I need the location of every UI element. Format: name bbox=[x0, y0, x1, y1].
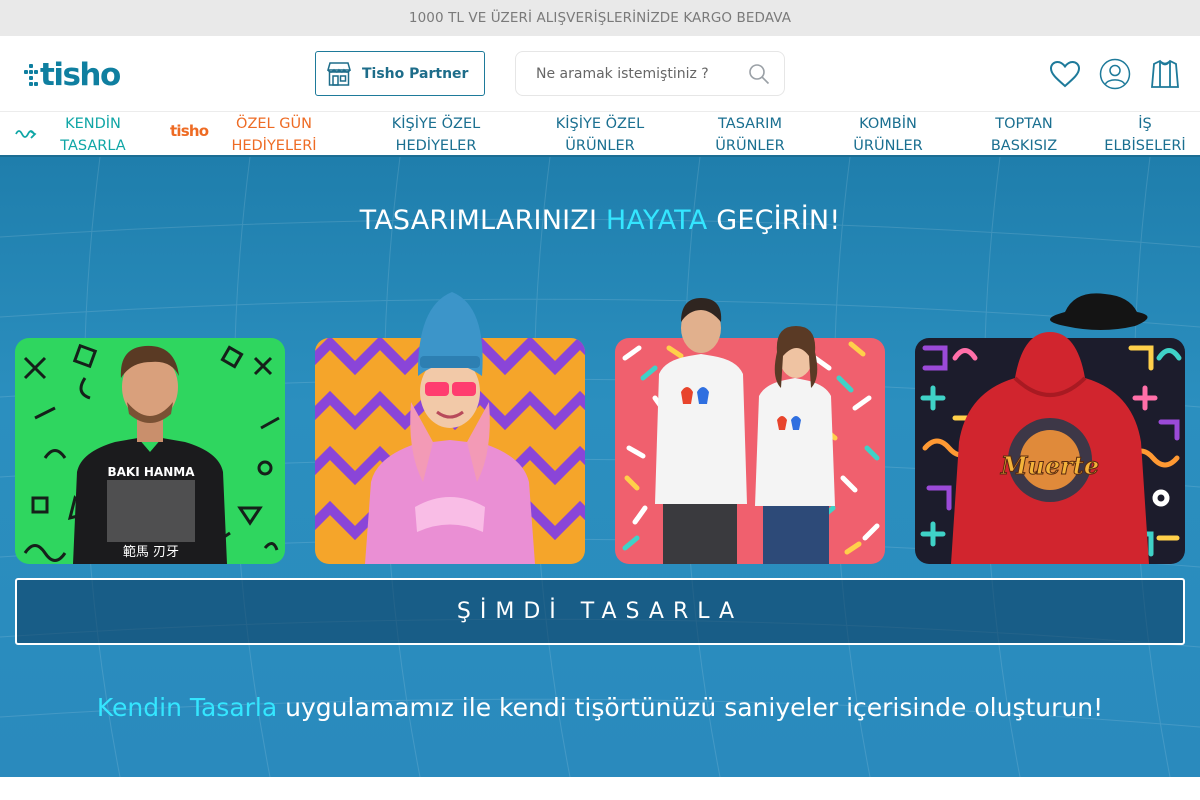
couple-white-tshirts-figure bbox=[655, 298, 835, 564]
hero-title: TASARIMLARINIZI HAYATA GEÇİRİN! bbox=[359, 205, 841, 236]
nav-item-tasarim-urunler[interactable]: TASARIM ÜRÜNLER bbox=[705, 112, 795, 157]
storefront-icon bbox=[327, 61, 351, 86]
nav-item-kisiye-ozel-urunler[interactable]: KİŞİYE ÖZEL ÜRÜNLER bbox=[543, 112, 657, 157]
product-card-white-tshirt-couple[interactable] bbox=[615, 292, 885, 564]
partner-label: Tisho Partner bbox=[362, 65, 469, 82]
design-now-button[interactable]: ŞİMDİ TASARLA bbox=[15, 578, 1185, 645]
search-icon[interactable] bbox=[748, 63, 770, 85]
nav-mini-logo: tisho bbox=[170, 122, 209, 140]
nav-item-toptan-baskisiz[interactable]: TOPTAN BASKISIZ bbox=[979, 112, 1069, 157]
wave-arrow-icon bbox=[15, 130, 37, 139]
shipping-announcement: 1000 TL VE ÜZERİ ALIŞVERİŞLERİNİZDE KARG… bbox=[0, 0, 1200, 36]
shirt-icon[interactable] bbox=[1148, 57, 1182, 91]
partner-button[interactable]: Tisho Partner bbox=[315, 51, 485, 96]
tagline-link[interactable]: Kendin Tasarla bbox=[97, 693, 277, 722]
product-card-black-tshirt[interactable]: BAKI HANMA 範馬 刃牙 bbox=[15, 292, 285, 564]
red-hoodie-figure: Muerte bbox=[951, 293, 1149, 564]
shirt-print-text: BAKI HANMA bbox=[108, 465, 196, 479]
logo-text: tisho bbox=[40, 56, 121, 93]
site-header: tisho Tisho Partner bbox=[0, 36, 1200, 112]
heart-icon[interactable] bbox=[1048, 57, 1082, 91]
woman-pink-sweatshirt-figure bbox=[365, 292, 535, 564]
search-input[interactable] bbox=[536, 65, 748, 82]
product-card-pink-sweatshirt[interactable] bbox=[315, 292, 585, 564]
hero-tagline: Kendin Tasarla uygulamamız ile kendi tiş… bbox=[96, 693, 1104, 722]
hoodie-print-text: Muerte bbox=[1000, 451, 1099, 480]
nav-item-kombin-urunler[interactable]: KOMBİN ÜRÜNLER bbox=[843, 112, 933, 157]
man-black-tshirt-figure: BAKI HANMA 範馬 刃牙 bbox=[73, 345, 227, 564]
nav-item-kendin-tasarla[interactable]: KENDİN TASARLA bbox=[50, 112, 136, 157]
shirt-print-kanji: 範馬 刃牙 bbox=[123, 545, 179, 560]
nav-item-ozel-gun-hediyeleri[interactable]: ÖZEL GÜN HEDİYELERİ bbox=[222, 112, 326, 157]
search-box bbox=[515, 51, 785, 96]
product-card-red-hoodie[interactable]: Muerte bbox=[915, 292, 1185, 564]
logo-dots-icon bbox=[24, 64, 38, 86]
nav-item-kisiye-ozel-hediyeler[interactable]: KİŞİYE ÖZEL HEDİYELER bbox=[378, 112, 494, 157]
nav-item-is-elbiseleri[interactable]: İŞ ELBİSELERİ bbox=[1098, 112, 1192, 157]
user-icon[interactable] bbox=[1098, 57, 1132, 91]
hero-banner: TASARIMLARINIZI HAYATA GEÇİRİN! BAKI HAN… bbox=[0, 157, 1200, 777]
site-logo[interactable]: tisho bbox=[24, 56, 121, 93]
main-navigation: KENDİN TASARLA tisho ÖZEL GÜN HEDİYELERİ… bbox=[0, 112, 1200, 157]
